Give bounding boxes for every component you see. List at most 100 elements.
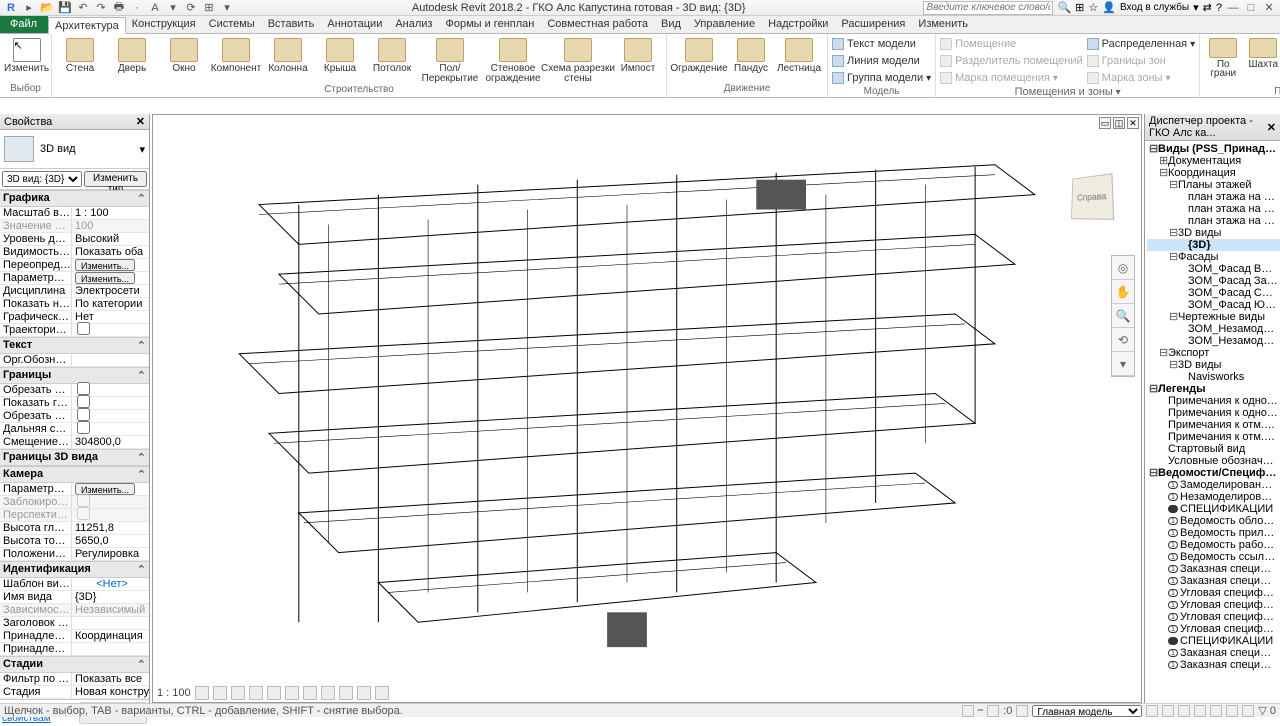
vt-reveal-icon[interactable]: [321, 686, 335, 700]
tab-ext[interactable]: Расширения: [835, 16, 912, 33]
prop-phasefilter[interactable]: Показать все: [72, 673, 149, 685]
tree-item[interactable]: 1Заказная спецификаци: [1147, 647, 1280, 659]
tree-item[interactable]: Navisworks: [1147, 371, 1280, 383]
tree-item[interactable]: ЗОМ_Незамоделир: [1147, 335, 1280, 347]
vt-style-icon[interactable]: [213, 686, 227, 700]
drawing-canvas[interactable]: ▭ ◫ ✕ Справа ◎ ✋ 🔍 ⟲ ▾: [152, 114, 1142, 703]
tree-item[interactable]: 1Заказная спецификация: [1147, 575, 1280, 587]
tab-file[interactable]: Файл: [0, 16, 48, 33]
tree-item[interactable]: Примечания к отм.+3,50: [1147, 431, 1280, 443]
byface-button[interactable]: По грани: [1204, 36, 1242, 78]
prop-crop-check[interactable]: [77, 382, 90, 395]
tree-item[interactable]: Примечания к отм. 0,000: [1147, 419, 1280, 431]
section-bounds[interactable]: Границы: [3, 369, 51, 382]
apps-icon[interactable]: ⊞: [1075, 1, 1084, 14]
vt-analytic-icon[interactable]: [357, 686, 371, 700]
tab-manage[interactable]: Управление: [688, 16, 762, 33]
column-button[interactable]: Колонна: [264, 36, 312, 74]
mullion-button[interactable]: Схема разрезки стены: [546, 36, 610, 84]
sb-icon-2[interactable]: [987, 705, 999, 717]
undo-icon[interactable]: ↶: [76, 1, 90, 15]
section-ident[interactable]: Идентификация: [3, 563, 91, 576]
tree-item[interactable]: 1Незамоделированные: [1147, 491, 1280, 503]
tab-collab[interactable]: Совместная работа: [541, 16, 655, 33]
prop-template[interactable]: <Нет>: [72, 578, 149, 590]
vt-hide-icon[interactable]: [303, 686, 317, 700]
sb-icon-7[interactable]: [1194, 705, 1206, 717]
component-button[interactable]: Компонент: [212, 36, 260, 74]
tree-item[interactable]: ⊞Документация: [1147, 155, 1280, 167]
section-graphics[interactable]: Графика: [3, 192, 50, 205]
nav-zoom-icon[interactable]: 🔍: [1112, 304, 1134, 328]
impost-button[interactable]: Импост: [614, 36, 662, 74]
tree-item[interactable]: СПЕЦИФИКАЦИИ: [1147, 503, 1280, 515]
model-text-button[interactable]: Текст модели: [832, 36, 931, 52]
tree-item[interactable]: ⊟Легенды: [1147, 383, 1280, 395]
tab-insert[interactable]: Вставить: [262, 16, 322, 33]
prop-phase[interactable]: Новая констру...: [72, 686, 149, 698]
more-icon[interactable]: ▾: [166, 1, 180, 15]
tree-item[interactable]: 1Угловая спецификация: [1147, 623, 1280, 635]
prop-annocrop-check[interactable]: [77, 408, 90, 421]
view-selector[interactable]: 3D вид: {3D}: [2, 171, 82, 187]
tree-item[interactable]: 1Угловая спецификация: [1147, 599, 1280, 611]
arrow-down-icon[interactable]: ▾: [1193, 1, 1199, 14]
browser-tree[interactable]: ⊟Виды (PSS_Принадлежност⊞Документация⊟Ко…: [1145, 141, 1280, 703]
prop-path-check[interactable]: [77, 322, 90, 335]
browser-close-icon[interactable]: ✕: [1267, 121, 1276, 134]
vt-constraints-icon[interactable]: [339, 686, 353, 700]
view-tile-icon[interactable]: ▭: [1099, 117, 1111, 129]
prop-scale[interactable]: 1 : 100: [72, 207, 149, 219]
vt-shadow-icon[interactable]: [249, 686, 263, 700]
view-scale[interactable]: 1 : 100: [157, 687, 191, 699]
tree-item[interactable]: ЗОМ_Фасад Север: [1147, 287, 1280, 299]
prop-belong[interactable]: Координация: [72, 630, 149, 642]
tree-item[interactable]: ЗОМ_Незамоделир: [1147, 323, 1280, 335]
tree-item[interactable]: 1Угловая спецификация: [1147, 611, 1280, 623]
search-icon[interactable]: 🔍: [1057, 1, 1071, 14]
text-icon[interactable]: A: [148, 1, 162, 15]
prop-override-button[interactable]: Изменить...: [75, 259, 135, 271]
sb-icon-4[interactable]: [1146, 705, 1158, 717]
prop-hidden[interactable]: По категории: [72, 298, 149, 310]
tree-item[interactable]: ⊟Виды (PSS_Принадлежност: [1147, 143, 1280, 155]
measure-icon[interactable]: ·: [130, 1, 144, 15]
tree-item[interactable]: ⊟Координация: [1147, 167, 1280, 179]
tree-item[interactable]: 1Заказная спецификаци: [1147, 659, 1280, 671]
tree-item[interactable]: ⊟Фасады: [1147, 251, 1280, 263]
tree-item[interactable]: Условные обозначения: [1147, 455, 1280, 467]
tab-structure[interactable]: Конструкция: [126, 16, 203, 33]
tab-analyze[interactable]: Анализ: [389, 16, 439, 33]
login-link[interactable]: Вход в службы: [1120, 2, 1189, 13]
section-stages[interactable]: Стадии: [3, 658, 43, 671]
model-group-button[interactable]: Группа модели ▾: [832, 70, 931, 86]
section-camera[interactable]: Камера: [3, 468, 43, 481]
modify-button[interactable]: ↖Изменить: [4, 36, 49, 74]
exchange-icon[interactable]: ⇄: [1203, 1, 1212, 14]
tree-item[interactable]: ⊟3D виды: [1147, 227, 1280, 239]
print-icon[interactable]: 🖶: [112, 1, 126, 15]
tree-item[interactable]: 1Ведомость обложек: [1147, 515, 1280, 527]
tree-item[interactable]: ЗОМ_Фасад Запад: [1147, 275, 1280, 287]
nav-pan-icon[interactable]: ✋: [1112, 280, 1134, 304]
minimize-button[interactable]: —: [1226, 2, 1240, 14]
prop-cropvis-check[interactable]: [77, 395, 90, 408]
tree-item[interactable]: план этажа на отп.0: [1147, 191, 1280, 203]
tree-item[interactable]: ЗОМ_Фасад Восто: [1147, 263, 1280, 275]
redo-icon[interactable]: ↷: [94, 1, 108, 15]
edit-type-button[interactable]: Изменить тип: [84, 171, 147, 187]
view-close-icon[interactable]: ✕: [1127, 117, 1139, 129]
prop-campos[interactable]: Регулировка: [72, 548, 149, 560]
ceiling-button[interactable]: Потолок: [368, 36, 416, 74]
tree-item[interactable]: план этажа на отм.: [1147, 203, 1280, 215]
sb-icon-8[interactable]: [1210, 705, 1222, 717]
vt-sun-icon[interactable]: [231, 686, 245, 700]
nav-wheel-icon[interactable]: ◎: [1112, 256, 1134, 280]
prop-partvis[interactable]: Показать оба: [72, 246, 149, 258]
prop-eye[interactable]: 11251,8: [72, 522, 149, 534]
prop-camparams-button[interactable]: Изменить...: [75, 483, 135, 495]
tab-modify[interactable]: Изменить: [912, 16, 975, 33]
sb-icon-3[interactable]: [1016, 705, 1028, 717]
railing-button[interactable]: Ограждение: [671, 36, 727, 74]
model-line-button[interactable]: Линия модели: [832, 53, 931, 69]
